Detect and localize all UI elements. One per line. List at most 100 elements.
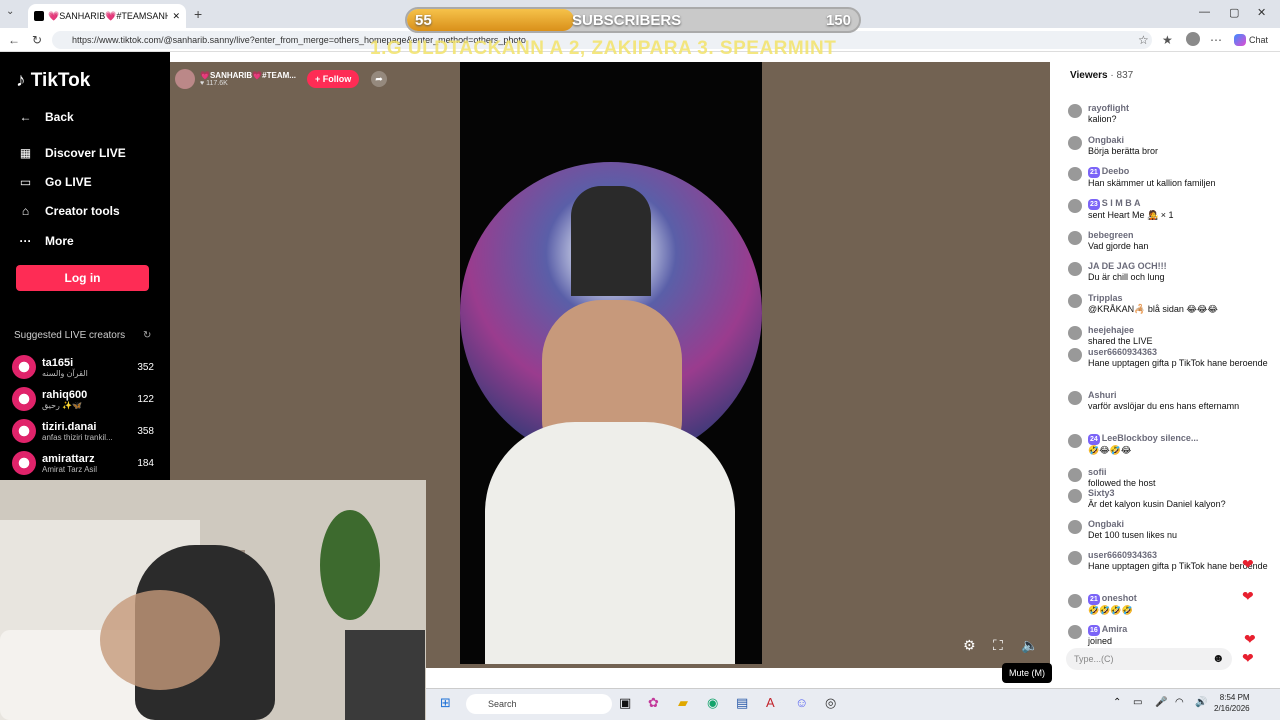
nav-more[interactable]: ··· More (18, 234, 74, 248)
live-video[interactable] (460, 62, 762, 664)
floating-heart-icon: ❤ (1244, 631, 1256, 647)
subscriber-goal: 150 (825, 12, 851, 29)
chat-label: Chat (1249, 35, 1269, 45)
chat-message[interactable]: bebegreen Vad gjorde han (1068, 230, 1268, 252)
window-close-icon[interactable]: ✕ (1257, 6, 1266, 19)
store-icon[interactable]: ▤ (736, 695, 748, 711)
nav-discover-live[interactable]: ▦ Discover LIVE (18, 146, 126, 160)
discord-icon[interactable]: ☺ (795, 695, 808, 710)
creator-viewer-count: 352 (137, 361, 154, 373)
viewers-header[interactable]: Viewers · 837 (1070, 70, 1133, 81)
copilot-taskbar-icon[interactable]: ✿ (648, 695, 659, 711)
login-button[interactable]: Log in (16, 265, 149, 291)
chat-username[interactable]: 21 oneshot (1088, 593, 1137, 605)
share-icon[interactable]: ➦ (371, 71, 387, 87)
taskbar-search[interactable]: Search (466, 694, 612, 714)
bookmark-star-icon[interactable]: ☆ (1138, 33, 1149, 47)
chat-username[interactable]: bebegreen (1088, 230, 1148, 241)
acrobat-icon[interactable]: A (766, 695, 775, 710)
tab-list-icon[interactable]: ⌄ (6, 6, 14, 17)
chat-username[interactable]: 21 Deebo (1088, 166, 1216, 178)
chat-message[interactable]: heejehajee shared the LIVE (1068, 325, 1268, 347)
chat-username[interactable]: Ashuri (1088, 390, 1239, 401)
suggested-creators-title: Suggested LIVE creators (14, 330, 126, 341)
chat-avatar (1068, 294, 1082, 308)
emoji-icon[interactable]: ☻ (1212, 651, 1225, 665)
chat-username[interactable]: Ongbaki (1088, 135, 1158, 146)
windows-start-icon[interactable]: ⊞ (440, 695, 451, 711)
volume-icon[interactable]: 🔊 (1195, 697, 1207, 708)
chat-message[interactable]: 21 Deebo Han skämmer ut kallion familjen (1068, 166, 1268, 189)
follow-button[interactable]: + Follow (307, 70, 360, 88)
obs-icon[interactable]: ◎ (825, 695, 836, 711)
chat-username[interactable]: sofii (1088, 467, 1156, 478)
mic-icon[interactable]: 🎤 (1155, 697, 1167, 708)
chat-username-text: sofii (1088, 467, 1107, 477)
chat-message[interactable]: Sixty3 Är det kalyon kusin Daniel kalyon? (1068, 488, 1268, 510)
chat-message[interactable]: 16 Amira joined (1068, 624, 1268, 647)
chat-username-text: user6660934363 (1088, 550, 1158, 560)
chat-username[interactable]: Ongbaki (1088, 519, 1177, 530)
fullscreen-icon[interactable]: ⛶ (993, 637, 1003, 654)
file-explorer-icon[interactable]: ▰ (678, 695, 688, 711)
chat-message[interactable]: user6660934363 Hane upptagen gifta p TikT… (1068, 550, 1268, 572)
close-tab-icon[interactable]: ✕ (172, 11, 180, 22)
clock-date: 2/16/2026 (1214, 704, 1250, 713)
copilot-chat-button[interactable]: Chat (1234, 34, 1268, 46)
chat-username[interactable]: 24 LeeBlockboy silence... (1088, 433, 1198, 445)
maximize-icon[interactable]: ▢ (1229, 6, 1239, 19)
background-dancer (571, 186, 651, 296)
nav-creator-tools[interactable]: ⌂ Creator tools (18, 204, 120, 218)
chat-input[interactable]: Type...(C) (1066, 648, 1232, 670)
chat-username[interactable]: Tripplas (1088, 293, 1218, 304)
chat-username[interactable]: heejehajee (1088, 325, 1153, 336)
chat-message[interactable]: rayoflight kalion? (1068, 103, 1268, 125)
chat-username[interactable]: JA DE JAG OCH!!! (1088, 261, 1167, 272)
like-heart-icon[interactable]: ❤ (1242, 650, 1254, 667)
new-tab-icon[interactable]: + (194, 6, 202, 22)
chat-message[interactable]: JA DE JAG OCH!!! Du är chill och lung (1068, 261, 1268, 283)
chat-message[interactable]: sofii followed the host (1068, 467, 1268, 489)
creator-item[interactable]: ta165i القرآن والسنه 352 (12, 355, 154, 379)
chat-username-text: Sixty3 (1088, 488, 1115, 498)
nav-go-live[interactable]: ▭ Go LIVE (18, 175, 92, 189)
task-view-icon[interactable]: ▣ (619, 695, 631, 711)
taskbar-clock[interactable]: 8:54 PM 2/16/2026 (1214, 692, 1250, 714)
creator-item[interactable]: amirattarz Amirat Tarz Asil 184 (12, 451, 154, 475)
chat-username[interactable]: user6660934363 (1088, 347, 1268, 358)
speaker-icon[interactable]: 🔈 (1021, 637, 1038, 654)
chat-message[interactable]: 24 LeeBlockboy silence... 🤣😂🤣😂 (1068, 433, 1268, 456)
back-nav-icon[interactable]: ← (8, 33, 20, 47)
reload-icon[interactable]: ↻ (32, 33, 42, 47)
chat-username[interactable]: 16 Amira (1088, 624, 1127, 636)
chat-message[interactable]: Ashuri varför avslöjar du ens hans eftern… (1068, 390, 1268, 412)
tray-chevron-icon[interactable]: ⌃ (1113, 697, 1121, 708)
chat-message[interactable]: 21 oneshot 🤣🤣🤣🤣 (1068, 593, 1268, 616)
browser-tab[interactable]: 💗SANHARIB💗#TEAMSANHARIB ✕ (28, 4, 186, 28)
chat-username[interactable]: rayoflight (1088, 103, 1129, 114)
chat-username-text: Amira (1101, 624, 1128, 634)
network-icon[interactable]: ▭ (1133, 697, 1142, 708)
chat-username[interactable]: user6660934363 (1088, 550, 1268, 561)
profile-avatar[interactable] (1186, 32, 1200, 46)
chat-message[interactable]: Tripplas @KRÅKAN🦂 blå sidan 😂😂😂 (1068, 293, 1268, 315)
chat-text: varför avslöjar du ens hans efternamn (1088, 401, 1240, 411)
tiktok-logo[interactable]: ♪ TikTok (16, 70, 90, 92)
chat-message[interactable]: Ongbaki Det 100 tusen likes nu (1068, 519, 1268, 541)
browser-menu-icon[interactable]: ⋯ (1210, 33, 1222, 47)
chat-username[interactable]: Sixty3 (1088, 488, 1226, 499)
creator-item[interactable]: rahiq600 رحيق ✨🦋 122 (12, 387, 154, 411)
creator-name: tiziri.danai (42, 420, 97, 433)
minimize-icon[interactable]: — (1199, 6, 1210, 18)
settings-gear-icon[interactable]: ⚙ (963, 637, 976, 654)
chat-message[interactable]: Ongbaki Börja berätta bror (1068, 135, 1268, 157)
chat-username[interactable]: 23 S I M B A (1088, 198, 1174, 210)
refresh-icon[interactable]: ↻ (143, 330, 151, 341)
chat-message[interactable]: 23 S I M B Asent Heart Me 🧑‍🎤 × 1 (1068, 198, 1268, 221)
favorites-icon[interactable]: ★ (1162, 33, 1173, 47)
nav-back[interactable]: ← Back (18, 110, 74, 124)
chat-message[interactable]: user6660934363 Hane upptagen gifta p TikT… (1068, 347, 1268, 369)
edge-icon[interactable]: ◉ (707, 695, 718, 711)
creator-item[interactable]: tiziri.danai anfas thiziri trankil... 358 (12, 419, 154, 443)
wifi-icon[interactable]: ◠ (1175, 697, 1184, 708)
